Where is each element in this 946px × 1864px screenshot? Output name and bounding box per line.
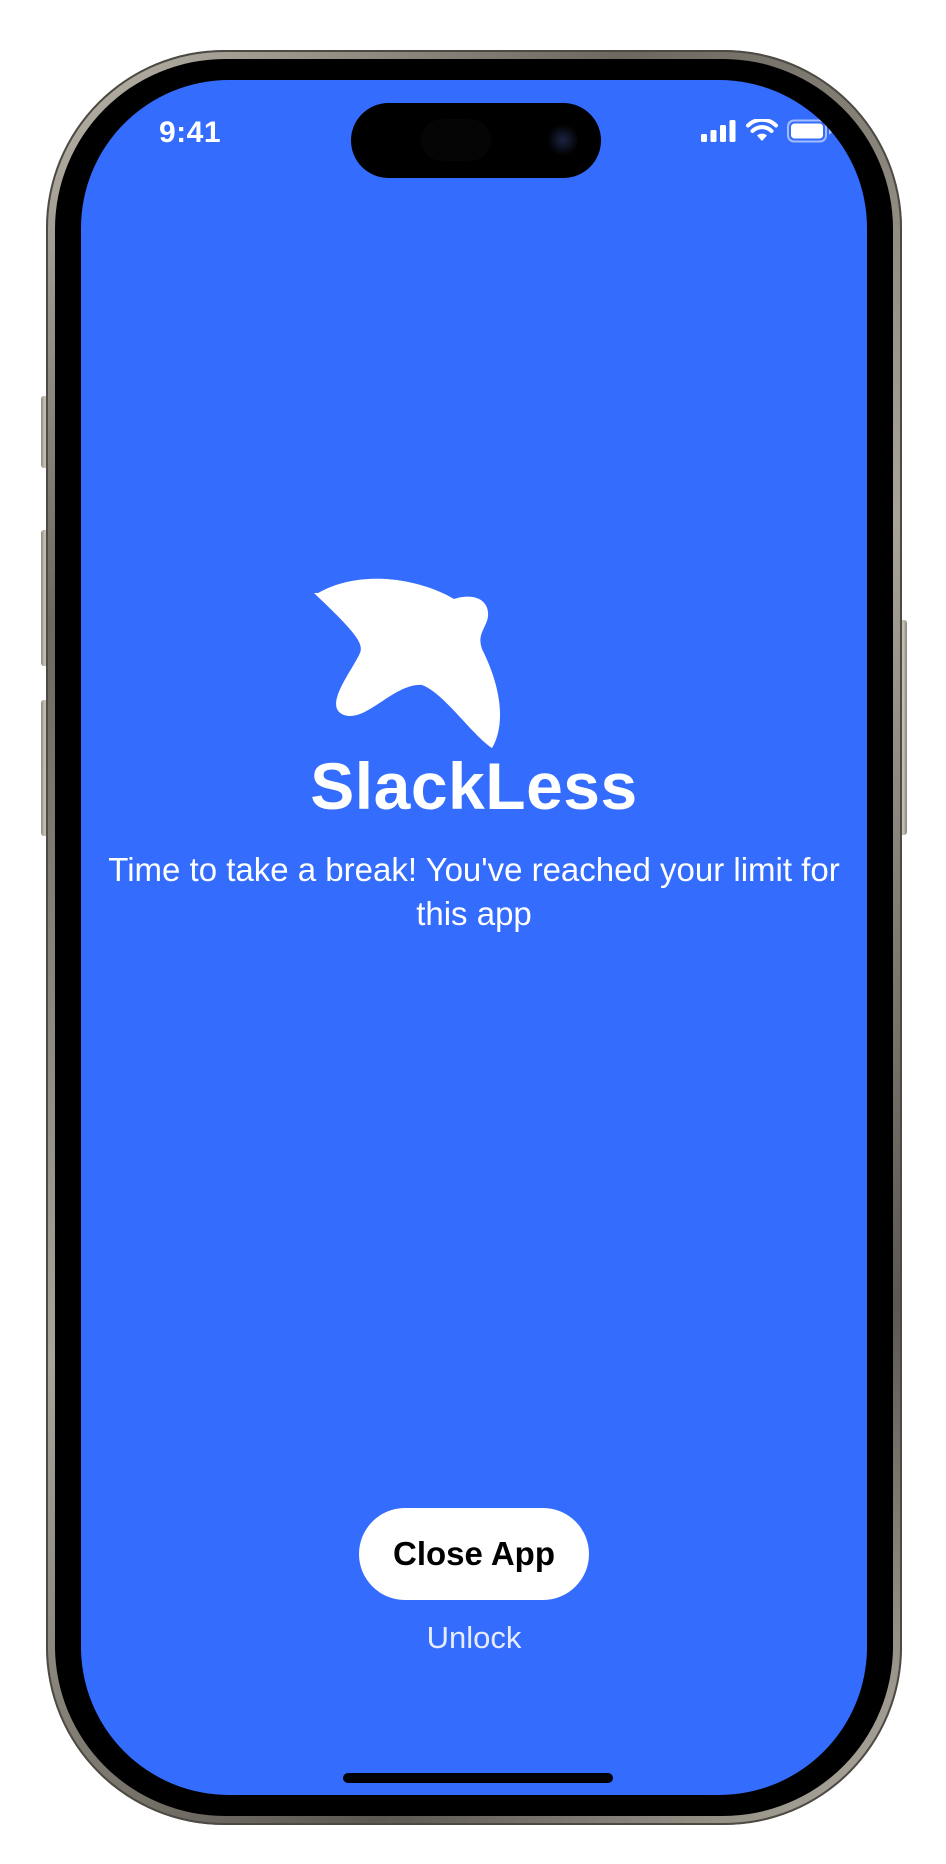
close-app-button[interactable]: Close App <box>359 1508 589 1600</box>
device-mockup: 9:41 SlackLess Time to take a break! You… <box>0 0 946 1864</box>
battery-icon <box>787 119 833 148</box>
status-icons <box>701 117 833 148</box>
home-indicator[interactable] <box>343 1773 613 1783</box>
bird-logo-icon <box>304 553 504 753</box>
app-title: SlackLess <box>310 749 638 823</box>
screen: 9:41 SlackLess Time to take a break! You… <box>81 80 867 1795</box>
island-sensor <box>421 119 491 161</box>
wifi-icon <box>746 117 778 148</box>
unlock-link[interactable]: Unlock <box>81 1620 867 1656</box>
front-camera-icon <box>547 124 579 156</box>
dynamic-island <box>351 103 601 178</box>
cellular-signal-icon <box>701 119 737 147</box>
status-time: 9:41 <box>159 116 222 149</box>
limit-message: Time to take a break! You've reached you… <box>108 851 840 932</box>
